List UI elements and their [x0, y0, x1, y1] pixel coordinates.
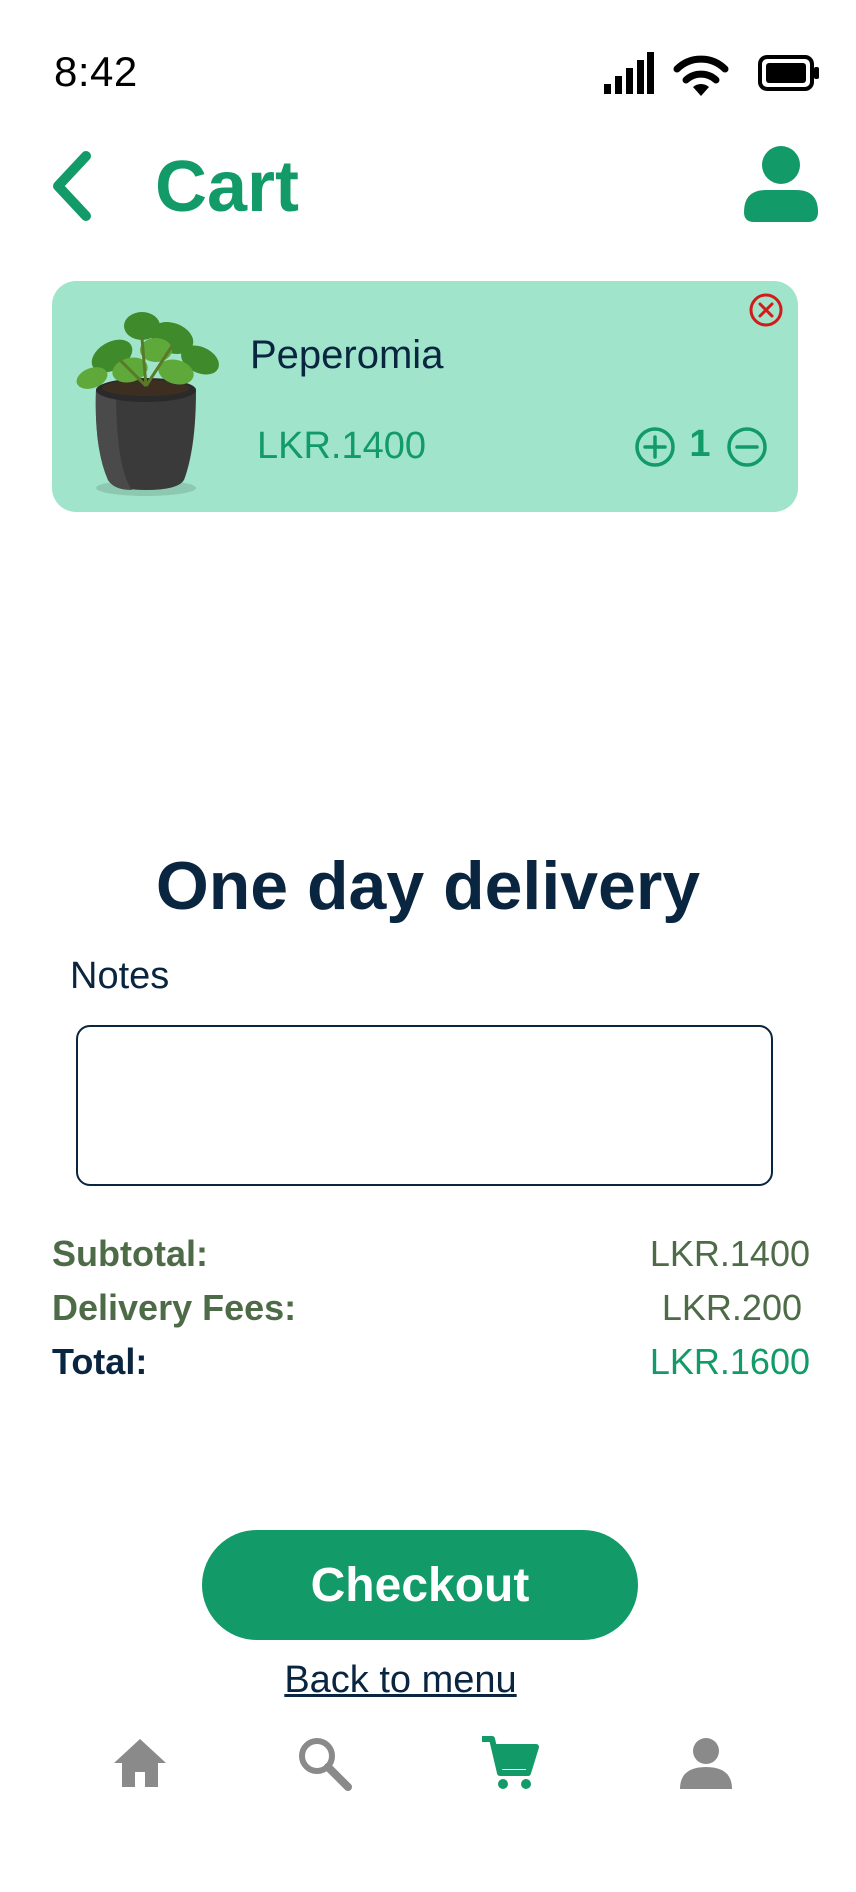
quantity-value: 1 — [689, 423, 711, 465]
signal-icon — [604, 52, 654, 94]
subtotal-label: Subtotal: — [52, 1233, 208, 1274]
plant-image — [76, 312, 219, 496]
battery-icon — [758, 55, 819, 91]
subtotal-value: LKR.1400 — [649, 1233, 810, 1274]
cart-item-price: LKR.1400 — [257, 425, 427, 467]
wifi-icon — [673, 55, 729, 96]
home-icon[interactable] — [110, 1733, 170, 1793]
total-value: LKR.1600 — [649, 1341, 810, 1382]
chevron-left-icon[interactable] — [48, 150, 96, 222]
cart-item-name: Peperomia — [250, 333, 444, 377]
page-title: Cart — [155, 147, 300, 227]
search-icon[interactable] — [294, 1733, 354, 1793]
user-icon[interactable] — [744, 146, 818, 222]
decrease-quantity-icon[interactable] — [726, 426, 768, 468]
profile-nav-icon[interactable] — [676, 1733, 736, 1793]
remove-item-icon[interactable] — [748, 292, 784, 328]
notes-input[interactable] — [76, 1025, 773, 1186]
checkout-button[interactable]: Checkout — [202, 1530, 638, 1640]
cart-icon[interactable] — [480, 1733, 540, 1793]
increase-quantity-icon[interactable] — [634, 426, 676, 468]
delivery-fees-label: Delivery Fees: — [52, 1287, 297, 1328]
back-to-menu-link[interactable]: Back to menu — [0, 1659, 801, 1702]
delivery-fees-value: LKR.200 — [661, 1287, 802, 1328]
notes-label: Notes — [70, 955, 170, 997]
total-label: Total: — [52, 1341, 148, 1382]
delivery-heading: One day delivery — [155, 848, 701, 924]
status-time: 8:42 — [54, 48, 138, 95]
